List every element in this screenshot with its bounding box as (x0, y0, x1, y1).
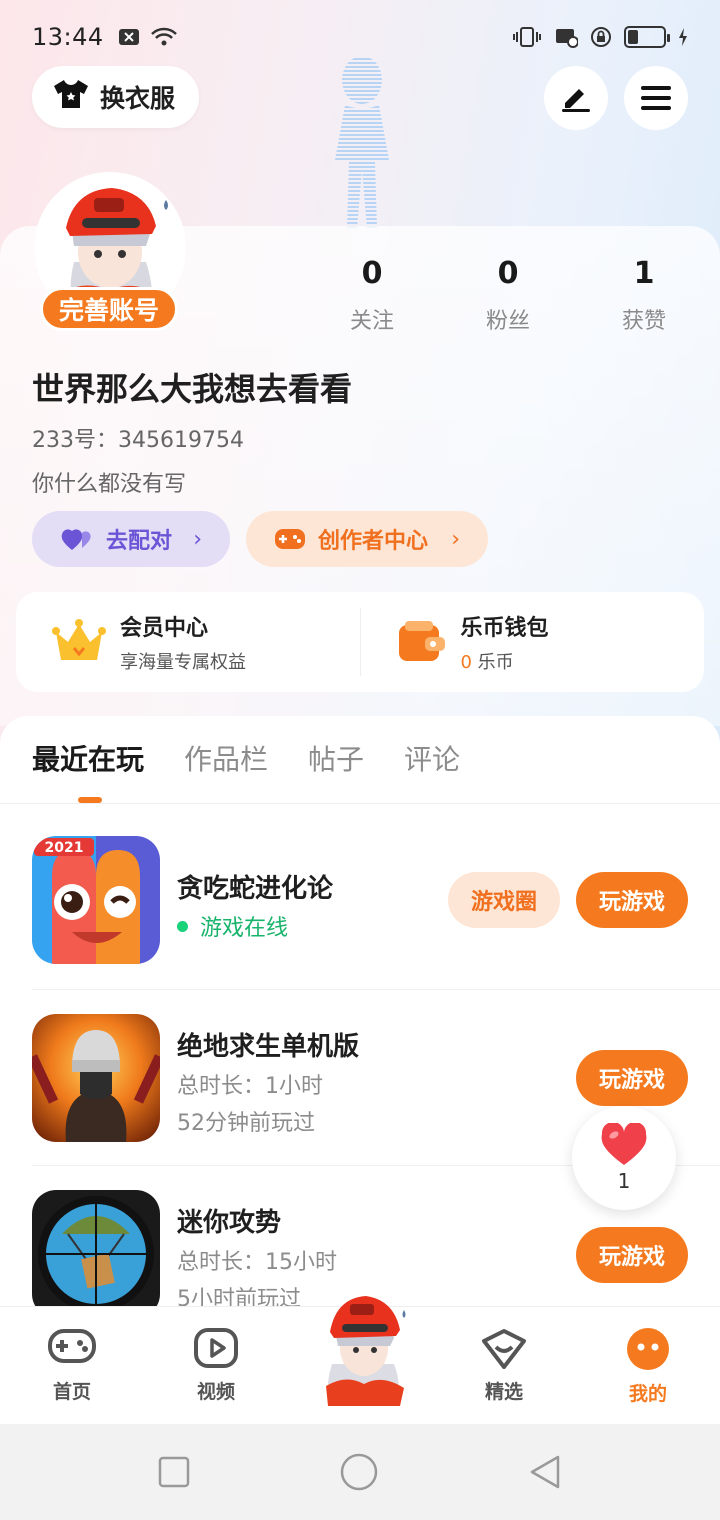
match-button[interactable]: 去配对 › (32, 511, 230, 567)
tab-comments[interactable]: 评论 (404, 738, 460, 778)
coin-wallet-title: 乐币钱包 (460, 616, 549, 641)
stat-label: 获赞 (621, 309, 666, 334)
mini-strike-game-icon (32, 1190, 160, 1318)
home-circle-icon[interactable] (340, 1453, 378, 1491)
double-heart-icon (61, 529, 91, 550)
video-play-icon (194, 1328, 238, 1368)
nav-label: 视频 (196, 1381, 235, 1403)
snake-game-icon: 2021 (32, 836, 160, 964)
nav-home[interactable]: 首页 (0, 1307, 144, 1424)
chevron-right-icon: › (451, 526, 460, 552)
game-duration: 总时长：15小时 (177, 1250, 337, 1275)
lock-rotation-icon (590, 26, 612, 48)
coin-amount: 0 (460, 652, 472, 673)
face-icon (627, 1328, 669, 1370)
back-triangle-icon[interactable] (528, 1454, 562, 1490)
battery-icon (624, 26, 670, 48)
play-game-button[interactable]: 玩游戏 (576, 872, 688, 928)
coin-wallet-entry[interactable]: 乐币钱包 0 乐币 (361, 592, 705, 692)
avatar-hologram (335, 56, 389, 228)
stat-likes[interactable]: 1 获赞 (576, 256, 712, 335)
nav-label: 精选 (484, 1381, 523, 1403)
row-divider (32, 989, 720, 990)
charging-icon (678, 27, 688, 47)
nav-featured[interactable]: 精选 (432, 1307, 576, 1424)
membership-wallet-card: 会员中心 享海量专属权益 乐币钱包 0 乐币 (16, 592, 704, 692)
nav-avatar-image[interactable] (312, 1286, 412, 1406)
edit-profile-button[interactable] (544, 66, 608, 130)
complete-account-badge[interactable]: 完善账号 (40, 287, 179, 331)
gamepad-icon (48, 1329, 96, 1363)
game-duration: 总时长：1小时 (177, 1074, 323, 1099)
tab-works[interactable]: 作品栏 (184, 738, 268, 778)
recent-apps-icon[interactable] (158, 1456, 190, 1488)
vibrate-icon (512, 26, 542, 48)
change-outfit-label: 换衣服 (100, 84, 176, 113)
game-icon-badge: 2021 (45, 840, 84, 856)
vip-center-entry[interactable]: 会员中心 享海量专属权益 (16, 592, 360, 692)
stat-value: 0 (497, 256, 519, 291)
coin-unit: 乐币 (471, 652, 514, 673)
menu-button[interactable] (624, 66, 688, 130)
pen-icon (562, 89, 590, 112)
nav-mine[interactable]: 我的 (576, 1307, 720, 1424)
stat-value: 1 (633, 256, 655, 291)
coin-balance: 0 乐币 (461, 648, 549, 674)
list-item[interactable]: 2021 贪吃蛇进化论 游戏在线 游戏圈 玩游戏 (32, 836, 688, 966)
crown-icon (52, 619, 106, 660)
tabs-divider (0, 803, 720, 804)
chevron-right-icon: › (193, 526, 202, 552)
game-last-played: 52分钟前玩过 (177, 1111, 315, 1136)
stat-following[interactable]: 0 关注 (304, 256, 440, 335)
nav-video[interactable]: 视频 (144, 1307, 288, 1424)
vip-subtitle: 享海量专属权益 (120, 652, 246, 673)
tshirt-icon (52, 78, 90, 116)
game-online-status: 游戏在线 (177, 910, 288, 942)
profile-stats: 0 关注 0 粉丝 1 获赞 (304, 256, 712, 335)
notification-icon (118, 28, 140, 46)
play-game-button[interactable]: 玩游戏 (576, 1050, 688, 1106)
game-name: 迷你攻势 (177, 1208, 282, 1238)
sim-icon (554, 26, 578, 48)
tab-recent-played[interactable]: 最近在玩 (32, 738, 144, 778)
change-outfit-button[interactable]: 换衣服 (32, 66, 200, 128)
pubg-game-icon (32, 1014, 160, 1142)
online-dot-icon (177, 920, 188, 932)
stat-value: 0 (361, 256, 383, 291)
game-name: 贪吃蛇进化论 (177, 874, 334, 904)
nav-label: 我的 (628, 1383, 667, 1405)
status-time: 13:44 (32, 23, 104, 51)
tab-posts[interactable]: 帖子 (308, 738, 364, 778)
creator-center-label: 创作者中心 (318, 529, 429, 554)
stat-label: 关注 (349, 309, 394, 334)
game-circle-button[interactable]: 游戏圈 (448, 872, 560, 928)
match-label: 去配对 (106, 529, 173, 554)
username: 世界那么大我想去看看 (32, 370, 353, 408)
stat-label: 粉丝 (485, 309, 530, 334)
profile-tabs: 最近在玩 作品栏 帖子 评论 (32, 738, 460, 778)
user-bio: 你什么都没有写 (32, 472, 187, 497)
stat-fans[interactable]: 0 粉丝 (440, 256, 576, 335)
play-game-button[interactable]: 玩游戏 (576, 1227, 688, 1283)
user-id: 233号：345619754 (32, 428, 244, 453)
wallet-icon (398, 621, 445, 661)
gamepad-icon (275, 529, 305, 549)
floating-like-button[interactable]: 1 (572, 1106, 676, 1210)
nav-label: 首页 (52, 1381, 91, 1403)
creator-center-button[interactable]: 创作者中心 › (246, 511, 488, 567)
game-name: 绝地求生单机版 (177, 1032, 360, 1062)
wifi-icon (150, 27, 178, 47)
heart-box-icon (482, 1329, 526, 1369)
like-count: 1 (617, 1169, 631, 1193)
heart-icon (601, 1123, 647, 1165)
system-navigation-bar (0, 1424, 720, 1520)
vip-title: 会员中心 (120, 616, 209, 641)
hamburger-menu-icon (641, 86, 671, 110)
online-label: 游戏在线 (200, 916, 289, 941)
